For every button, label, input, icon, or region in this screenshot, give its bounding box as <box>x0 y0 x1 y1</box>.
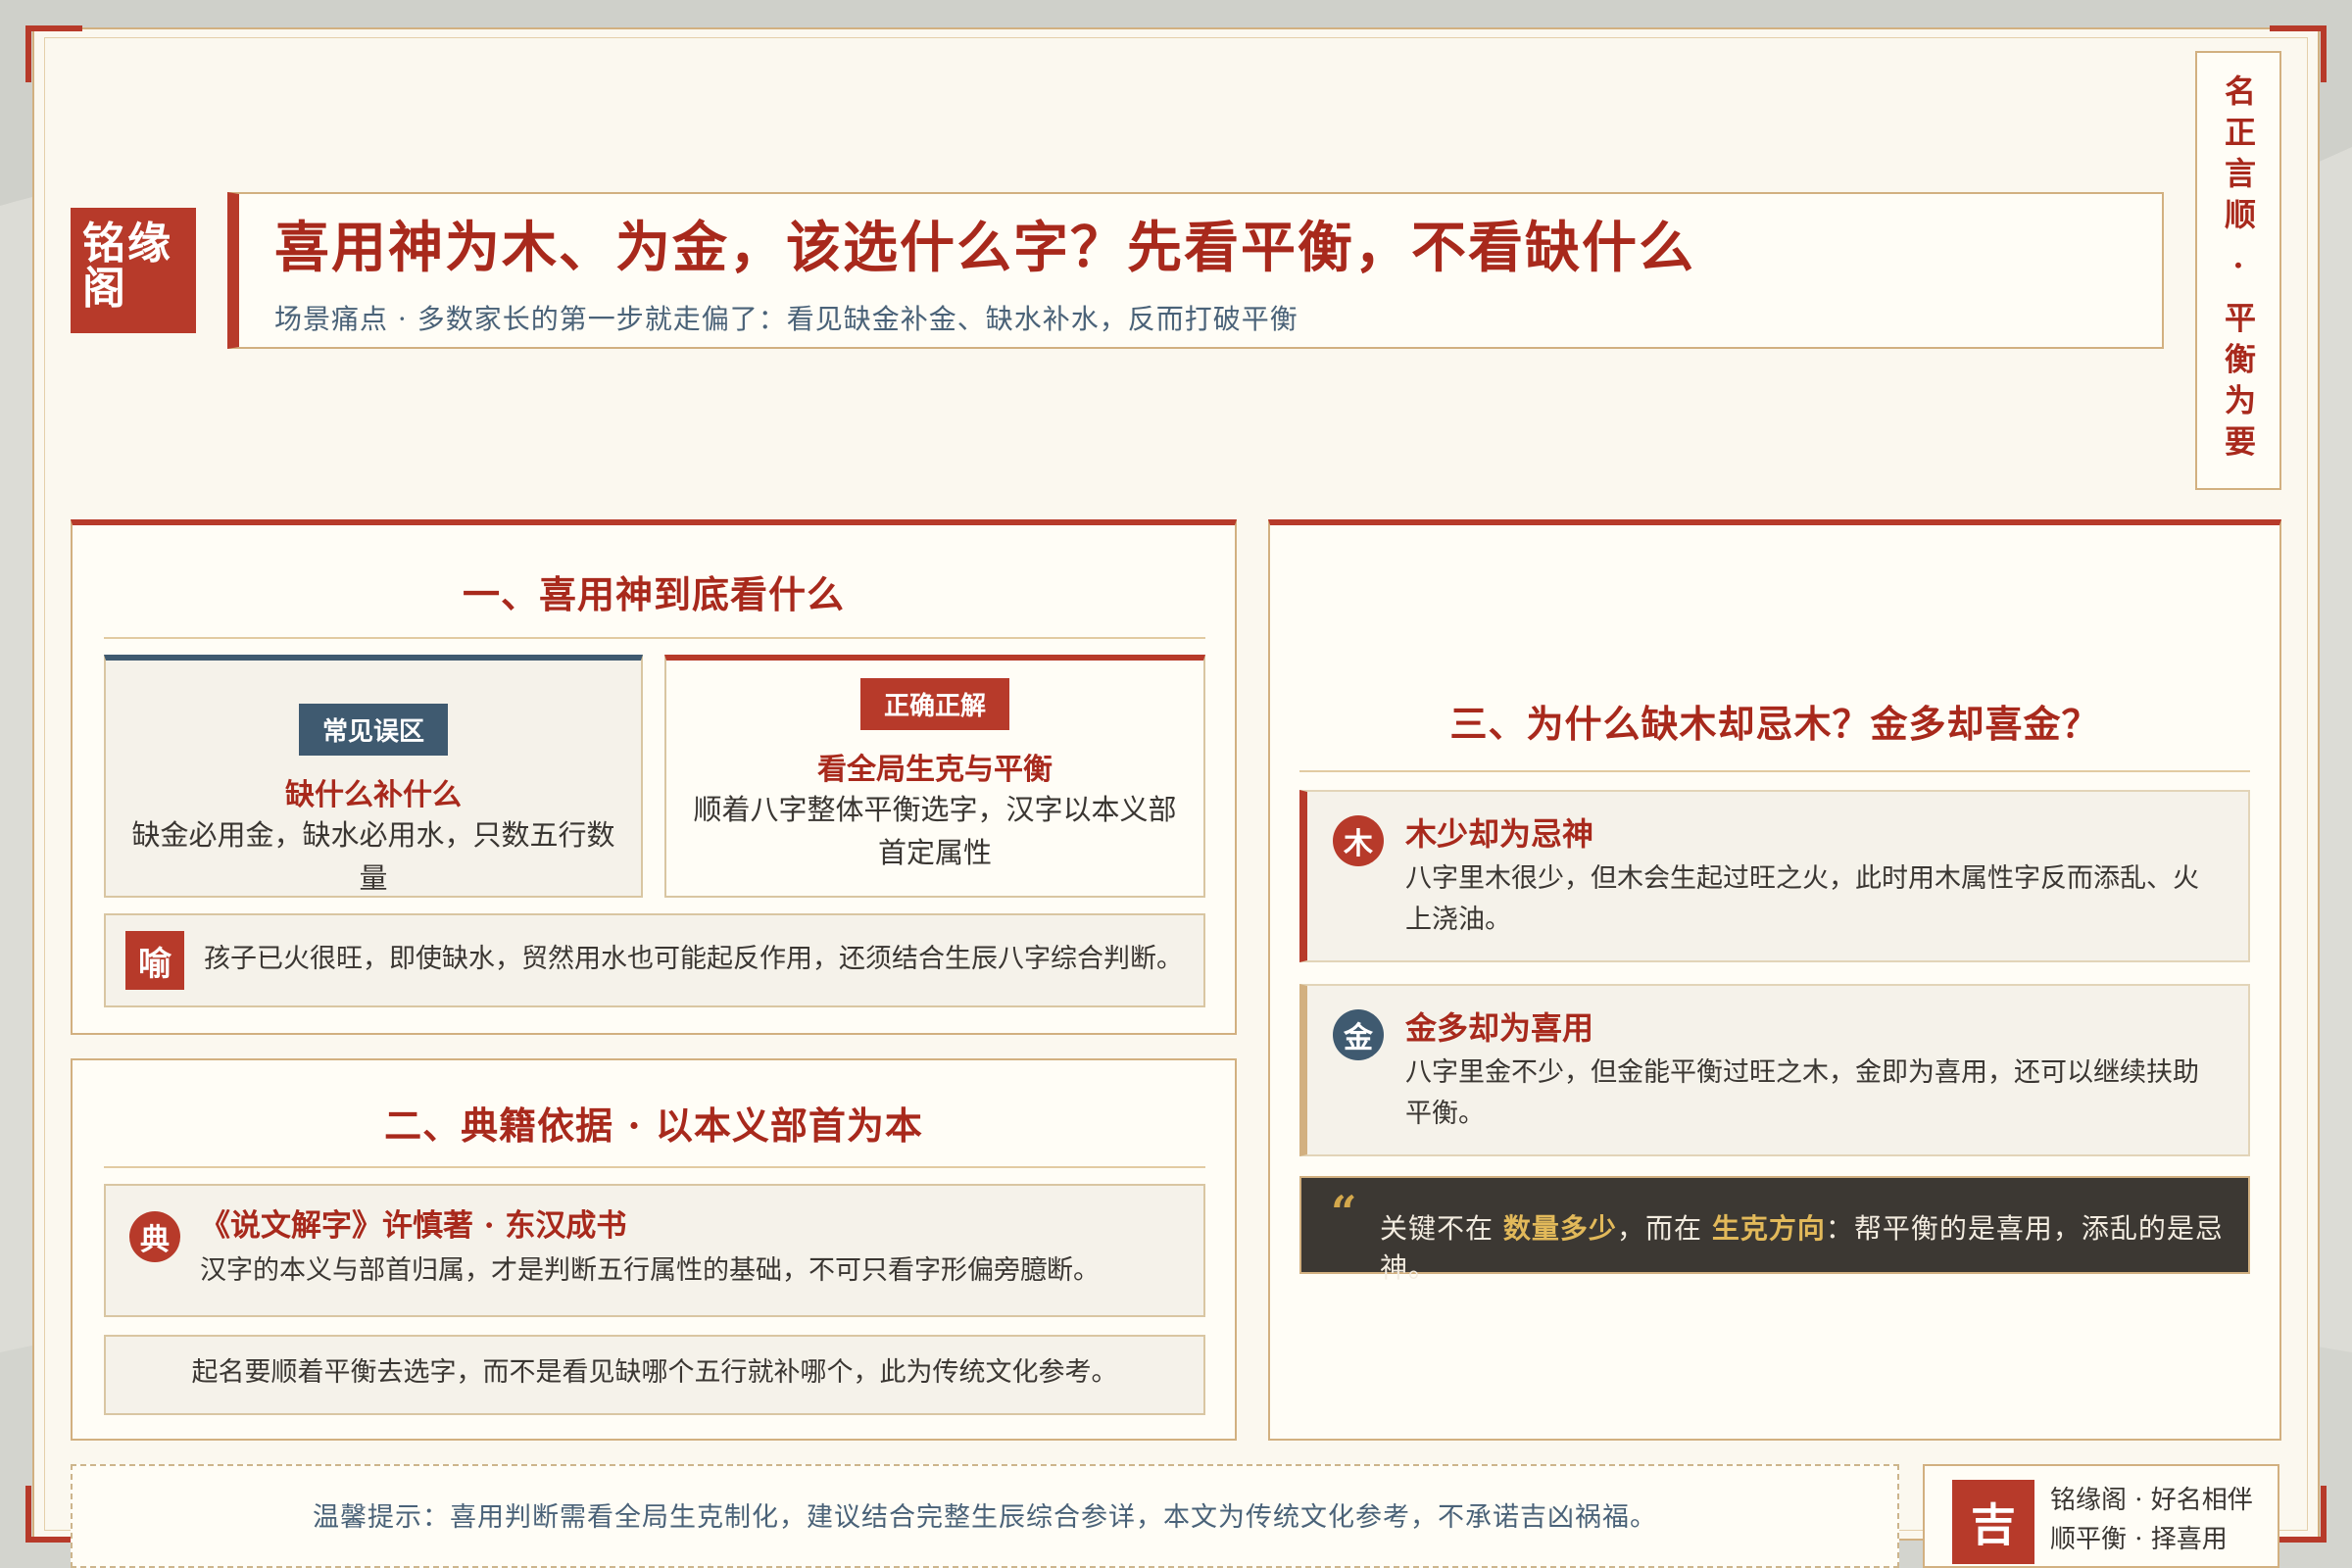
correct-text: 顺着八字整体平衡选字，汉字以本义部首定属性 <box>693 793 1177 869</box>
brand-logo: 铭缘阁 <box>71 208 196 333</box>
corner-ornament <box>25 25 31 82</box>
classic-badge: 典 <box>129 1211 180 1262</box>
misconception-title: 缺什么补什么 <box>285 778 462 812</box>
divider <box>104 1166 1205 1168</box>
classic-text: 汉字的本义与部首归属，才是判断五行属性的基础，不可只看字形偏旁臆断。 <box>200 1255 1100 1286</box>
misconception-tag: 常见误区 <box>298 704 449 756</box>
corner-ornament <box>25 25 82 31</box>
quote-mark: “ <box>1331 1186 1358 1239</box>
divider <box>1299 770 2250 772</box>
classic-title: 《说文解字》许慎著 · 东汉成书 <box>200 1208 627 1244</box>
corner-ornament <box>2270 25 2327 31</box>
item-wood: 木 木少却为忌神 八字里木很少，但木会生起过旺之火，此时用木属性字反而添乱、火上… <box>1299 790 2250 962</box>
side-motto: 名正言顺 · 平衡为要 <box>2220 74 2257 466</box>
misconception-card: 常见误区 缺什么补什么 缺金必用金，缺水必用水，只数五行数量 <box>104 655 643 898</box>
key-prefix: 关键不在 <box>1380 1212 1494 1245</box>
page-subtitle: 场景痛点 · 多数家长的第一步就走偏了：看见缺金补金、缺水补水，反而打破平衡 <box>274 303 1298 335</box>
example-badge: 喻 <box>125 931 184 990</box>
section-2-panel: 二、典籍依据 · 以本义部首为本 典 《说文解字》许慎著 · 东汉成书 汉字的本… <box>71 1058 1237 1441</box>
correct-title: 看全局生克与平衡 <box>817 753 1053 787</box>
metal-badge: 金 <box>1333 1009 1384 1060</box>
key-highlight-quantity: 数量多少 <box>1502 1212 1617 1245</box>
side-motto-box: 名正言顺 · 平衡为要 <box>2195 51 2281 490</box>
page-title: 喜用神为木、为金，该选什么字？先看平衡，不看缺什么 <box>274 216 1695 280</box>
conclusion-text: 起名要顺着平衡去选字，而不是看见缺哪个五行就补哪个，此为传统文化参考。 <box>191 1357 1118 1388</box>
signature-line-1: 铭缘阁 · 好名相伴 <box>2050 1486 2253 1515</box>
example-text: 孩子已火很旺，即使缺水，贸然用水也可能起反作用，还须结合生辰八字综合判断。 <box>204 944 1183 974</box>
seal-stamp: 吉 <box>1952 1480 2034 1564</box>
correct-card: 正确正解 看全局生克与平衡 顺着八字整体平衡选字，汉字以本义部首定属性 <box>664 655 1205 898</box>
signature-box: 吉 铭缘阁 · 好名相伴 顺平衡 · 择喜用 <box>1923 1464 2279 1568</box>
metal-text: 八字里金不少，但金能平衡过旺之木，金即为喜用，还可以继续扶助平衡。 <box>1405 1057 2199 1129</box>
signature-line-2: 顺平衡 · 择喜用 <box>2050 1525 2228 1554</box>
wood-text: 八字里木很少，但木会生起过旺之火，此时用木属性字反而添乱、火上浇油。 <box>1405 863 2199 935</box>
key-mid: ，而在 <box>1616 1212 1702 1245</box>
corner-ornament <box>25 1486 31 1543</box>
item-metal: 金 金多却为喜用 八字里金不少，但金能平衡过旺之木，金即为喜用，还可以继续扶助平… <box>1299 984 2250 1156</box>
corner-ornament <box>2321 25 2327 82</box>
correct-tag: 正确正解 <box>859 678 1010 730</box>
divider <box>104 637 1205 639</box>
key-point-box: “ 关键不在 数量多少，而在 生克方向：帮平衡的是喜用，添乱的是忌神。 <box>1299 1176 2250 1284</box>
classic-box: 典 《说文解字》许慎著 · 东汉成书 汉字的本义与部首归属，才是判断五行属性的基… <box>104 1184 1205 1317</box>
footer-tip: 温馨提示：喜用判断需看全局生克制化，建议结合完整生辰综合参详，本文为传统文化参考… <box>71 1464 1899 1568</box>
section-2-heading: 二、典籍依据 · 以本义部首为本 <box>384 1103 923 1148</box>
wood-title: 木少却为忌神 <box>1405 815 1594 853</box>
section-3-panel <box>1268 519 2281 1441</box>
section-1-heading: 一、喜用神到底看什么 <box>462 572 845 616</box>
corner-ornament <box>2321 1486 2327 1543</box>
metal-title: 金多却为喜用 <box>1405 1009 1594 1047</box>
section-3-heading: 三、为什么缺木却忌木？金多却喜金？ <box>1449 702 2100 746</box>
section-1-panel: 一、喜用神到底看什么 常见误区 缺什么补什么 缺金必用金，缺水必用水，只数五行数… <box>71 519 1237 1035</box>
conclusion-box: 起名要顺着平衡去选字，而不是看见缺哪个五行就补哪个，此为传统文化参考。 <box>104 1335 1205 1415</box>
misconception-text: 缺金必用金，缺水必用水，只数五行数量 <box>131 818 615 895</box>
wood-badge: 木 <box>1333 815 1384 866</box>
example-box: 喻 孩子已火很旺，即使缺水，贸然用水也可能起反作用，还须结合生辰八字综合判断。 <box>104 913 1205 1007</box>
key-highlight-direction: 生克方向 <box>1711 1212 1826 1245</box>
title-box: 喜用神为木、为金，该选什么字？先看平衡，不看缺什么 场景痛点 · 多数家长的第一… <box>227 192 2164 349</box>
